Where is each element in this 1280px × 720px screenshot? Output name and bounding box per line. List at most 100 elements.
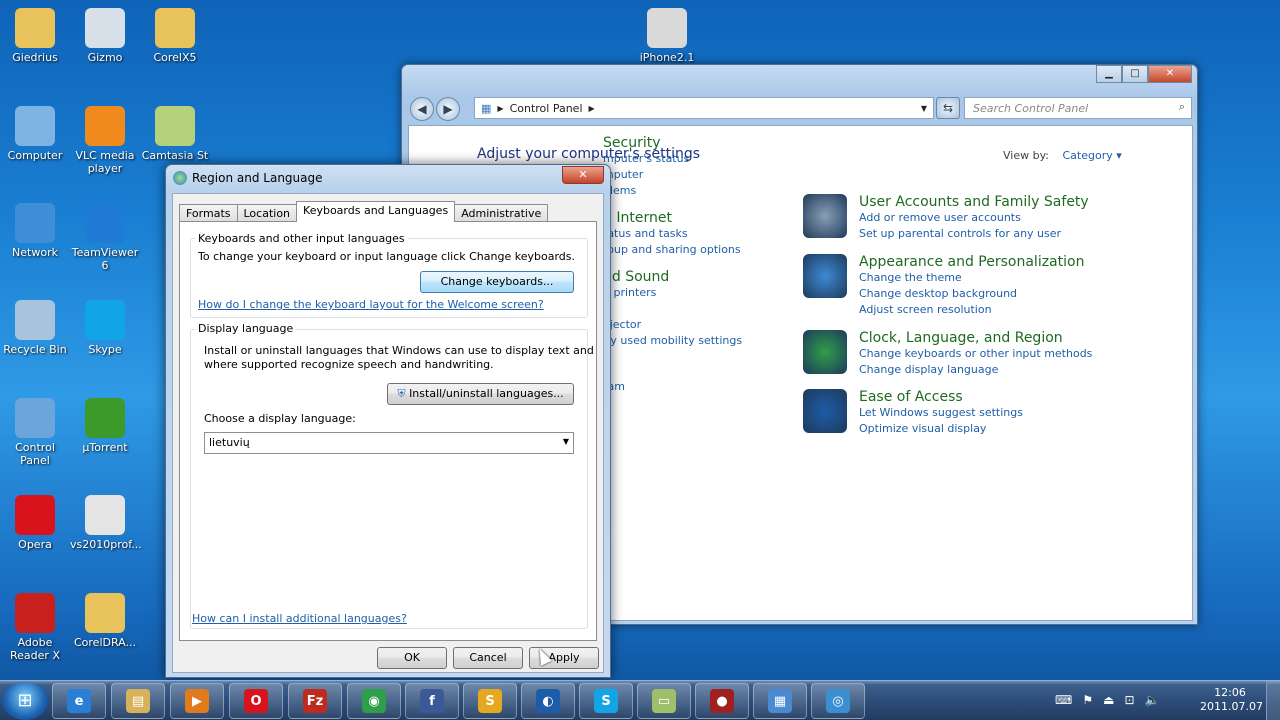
category-link[interactable]: blems [603,183,689,199]
desktop-icon[interactable]: Opera [0,495,70,551]
breadcrumb[interactable]: Control Panel [510,102,583,115]
desktop-icon[interactable]: Camtasia St [140,106,210,162]
category-link[interactable]: ojector [603,317,742,333]
category-heading[interactable]: Security [603,135,689,151]
dialog-close-button[interactable]: ✕ [562,166,604,184]
ok-button[interactable]: OK [377,647,447,669]
appearance-icon[interactable] [803,254,847,298]
category-heading[interactable]: User Accounts and Family Safety [859,194,1089,210]
desktop-icon[interactable]: vs2010prof... [70,495,142,551]
folder-icon [155,8,195,48]
category-link[interactable]: Change desktop background [859,286,1084,302]
install-languages-button[interactable]: ⛨ Install/uninstall languages... [387,383,574,405]
taskbar-button[interactable]: ▶ [170,683,224,719]
address-bar[interactable]: ▦ ▶ Control Panel ▶ ▼ [474,97,934,119]
opera-icon: O [244,689,268,713]
minimize-button[interactable]: ▁ [1096,65,1122,83]
forward-button[interactable]: ▶ [436,97,460,121]
taskbar-button[interactable]: ◎ [811,683,865,719]
desktop-icon[interactable]: VLC media player [70,106,140,175]
desktop-icon[interactable]: iPhone2.1 [632,8,702,64]
refresh-button[interactable]: ⇆ [936,97,960,119]
category-link[interactable]: Adjust screen resolution [859,302,1084,318]
category-clock-globe: Clock, Language, and Region Change keyboa… [803,330,1092,378]
ease-of-access-icon[interactable] [803,389,847,433]
taskbar-button[interactable]: ◐ [521,683,575,719]
desktop-icon[interactable]: Skype [70,300,140,356]
tab-keyboards-languages[interactable]: Keyboards and Languages [296,201,456,222]
category-link[interactable]: Change keyboards or other input methods [859,346,1092,362]
desktop-icon[interactable]: Network [0,203,70,259]
category-link[interactable]: mputer [603,167,689,183]
taskbar-button[interactable]: ◉ [347,683,401,719]
show-desktop-button[interactable] [1266,681,1280,720]
taskbar-button[interactable]: S [579,683,633,719]
taskbar-button[interactable]: Fz [288,683,342,719]
keyboard-icon[interactable]: ⌨ [1055,693,1072,707]
desktop-icon[interactable]: TeamViewer 6 [70,203,140,272]
address-dropdown-icon[interactable]: ▼ [921,104,927,113]
globe-icon [173,171,187,185]
category-heading[interactable]: Ease of Access [859,389,1023,405]
clock[interactable]: 12:06 2011.07.07 [1200,686,1263,714]
desktop-icon[interactable]: µTorrent [70,398,140,454]
user-folder-icon [15,8,55,48]
category-link[interactable]: tatus and tasks [603,226,741,242]
users-icon[interactable] [803,194,847,238]
taskbar-button[interactable]: ● [695,683,749,719]
welcome-screen-help-link[interactable]: How do I change the keyboard layout for … [198,298,544,311]
category-link[interactable]: Change display language [859,362,1092,378]
category-link[interactable]: d printers [603,285,742,301]
taskbar-button[interactable]: ▦ [753,683,807,719]
taskbar-button[interactable]: O [229,683,283,719]
back-button[interactable]: ◀ [410,97,434,121]
tab-location[interactable]: Location [236,204,298,222]
search-input[interactable]: Search Control Panel ⌕ [964,97,1192,119]
category-link[interactable]: Set up parental controls for any user [859,226,1089,242]
desktop-icon[interactable]: CorelDRA... [70,593,140,649]
desktop-icon[interactable]: CorelX5 [140,8,210,64]
tab-formats[interactable]: Formats [179,204,238,222]
category-heading[interactable]: Clock, Language, and Region [859,330,1092,346]
tab-administrative[interactable]: Administrative [454,204,549,222]
category-link[interactable]: roup and sharing options [603,242,741,258]
desktop-icon[interactable]: Adobe Reader X [0,593,70,662]
desktop-icon[interactable]: Recycle Bin [0,300,70,356]
category-link[interactable] [603,301,742,317]
taskbar-button[interactable]: S [463,683,517,719]
cancel-button[interactable]: Cancel [453,647,523,669]
taskbar-button[interactable]: ▭ [637,683,691,719]
category-heading[interactable]: Appearance and Personalization [859,254,1084,270]
clock-globe-icon[interactable] [803,330,847,374]
desktop-icon[interactable]: Gizmo [70,8,140,64]
category-link[interactable]: Optimize visual display [859,421,1023,437]
category-heading[interactable]: d Internet [603,210,741,226]
search-icon[interactable]: ⌕ [1179,100,1185,114]
desktop-icon[interactable]: Computer [0,106,70,162]
action-center-flag-icon[interactable]: ⚑ [1082,693,1093,707]
start-button[interactable]: ⊞ [2,682,48,720]
taskbar-button[interactable]: e [52,683,106,719]
view-by-dropdown[interactable]: Category ▾ [1063,149,1122,162]
install-languages-label: Install/uninstall languages... [409,387,564,400]
category-link[interactable]: Let Windows suggest settings [859,405,1023,421]
category-link[interactable]: Add or remove user accounts [859,210,1089,226]
category-link[interactable]: tly used mobility settings [603,333,742,349]
display-language-select[interactable]: lietuvių ▼ [204,432,574,454]
category-heading[interactable]: nd Sound [603,269,742,285]
utorrent-icon [85,398,125,438]
desktop-icon[interactable]: Control Panel [0,398,70,467]
safely-remove-icon[interactable]: ⏏ [1103,693,1114,707]
taskbar-button[interactable]: ▤ [111,683,165,719]
camtasia-icon: ▭ [652,689,676,713]
taskbar-button[interactable]: f [405,683,459,719]
close-button[interactable]: ✕ [1148,65,1192,83]
change-keyboards-button[interactable]: Change keyboards... [420,271,574,293]
maximize-button[interactable]: □ [1122,65,1148,83]
category-link[interactable]: Change the theme [859,270,1084,286]
desktop-icon[interactable]: Giedrius [0,8,70,64]
category-link[interactable]: mputer's status [603,151,689,167]
network-tray-icon[interactable]: ⊡ [1124,693,1134,707]
volume-icon[interactable]: 🔈 [1145,693,1160,707]
install-additional-languages-link[interactable]: How can I install additional languages? [192,612,407,625]
